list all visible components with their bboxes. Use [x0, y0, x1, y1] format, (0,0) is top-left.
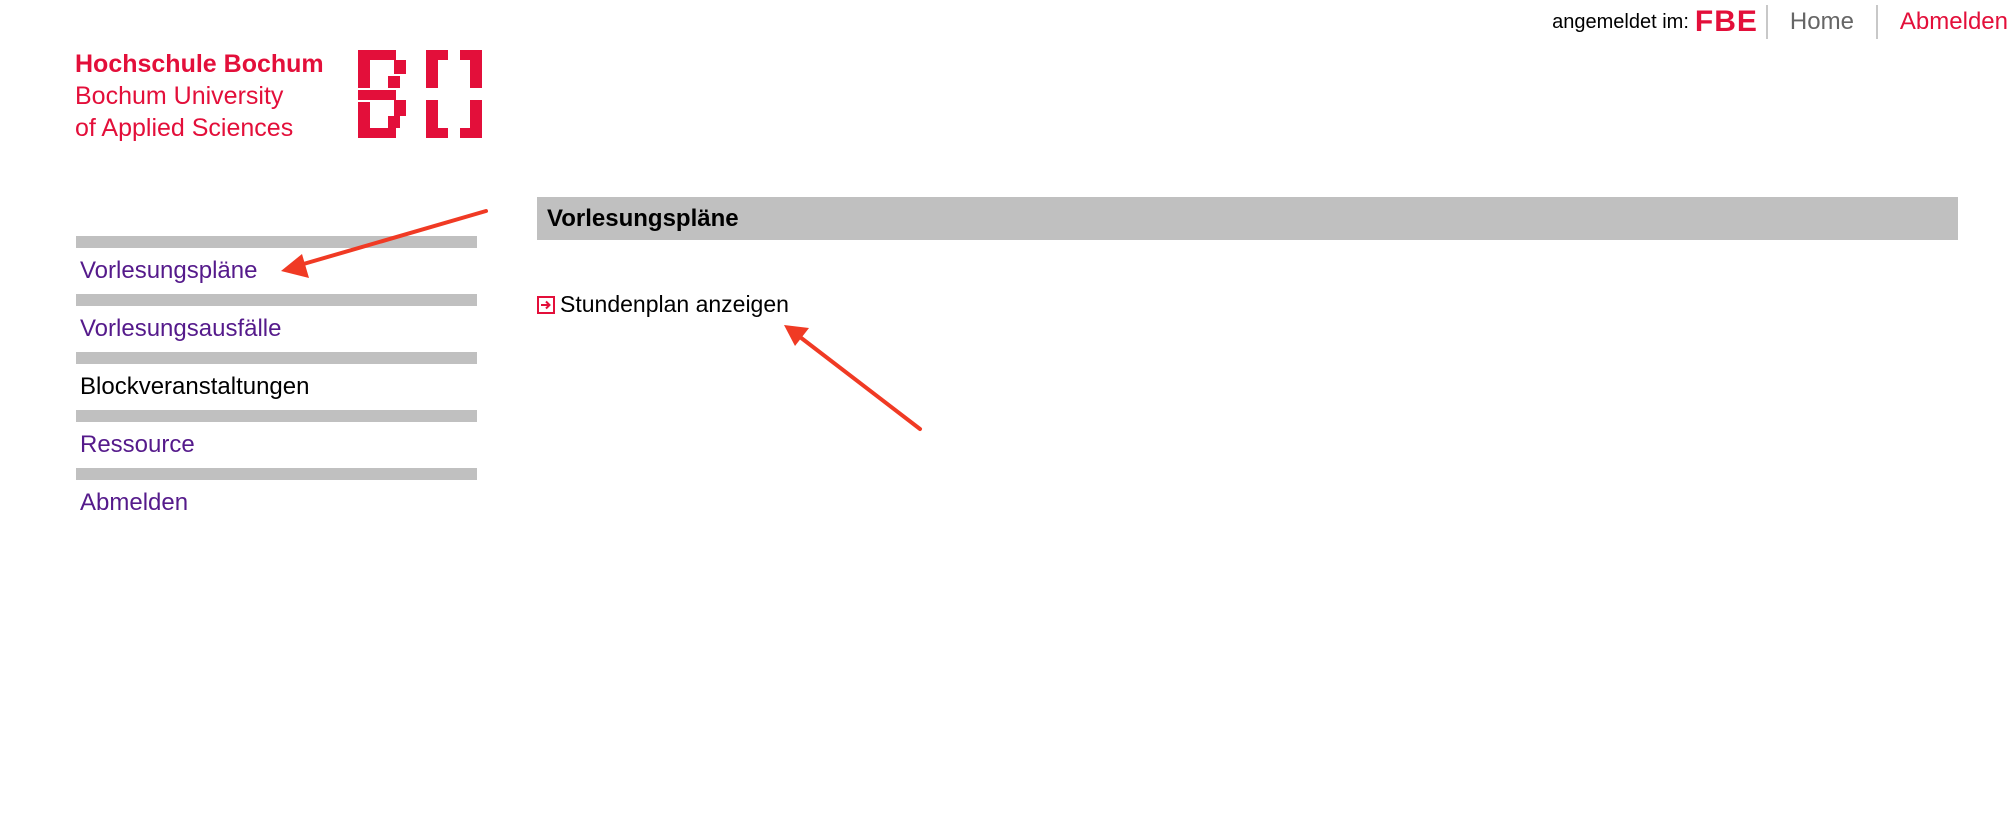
- nav-divider: [76, 468, 477, 480]
- page-title: Vorlesungspläne: [547, 205, 739, 232]
- sidebar-nav: Vorlesungspläne Vorlesungsausfälle Block…: [76, 236, 477, 526]
- login-status-label: angemeldet im:: [1552, 10, 1689, 33]
- home-link[interactable]: Home: [1768, 8, 1876, 36]
- logout-link[interactable]: Abmelden: [1878, 8, 2012, 36]
- show-timetable-link[interactable]: Stundenplan anzeigen: [537, 291, 789, 318]
- bo-logo-mark: [358, 50, 482, 138]
- nav-divider: [76, 236, 477, 248]
- section-header: Vorlesungspläne: [537, 197, 1958, 240]
- show-timetable-label: Stundenplan anzeigen: [560, 291, 789, 317]
- top-bar: angemeldet im: FBE Home Abmelden: [1552, 0, 2012, 44]
- logo-line-2: Bochum University: [75, 82, 284, 110]
- arrow-in-box-icon: [537, 295, 555, 314]
- logo-wordmark: Hochschule Bochum Bochum University of A…: [75, 48, 324, 144]
- faculty-code: FBE: [1694, 5, 1758, 38]
- page: angemeldet im: FBE Home Abmelden Hochsch…: [0, 0, 2012, 836]
- sidebar-item-blockveranstaltungen[interactable]: Blockveranstaltungen: [76, 364, 477, 410]
- annotation-arrow-action: [784, 325, 922, 431]
- nav-divider: [76, 352, 477, 364]
- logo-line-3: of Applied Sciences: [75, 114, 294, 142]
- sidebar-item-vorlesungsplaene[interactable]: Vorlesungspläne: [76, 248, 477, 294]
- sidebar-item-ressource[interactable]: Ressource: [76, 422, 477, 468]
- university-logo: Hochschule Bochum Bochum University of A…: [75, 48, 485, 143]
- nav-divider: [76, 294, 477, 306]
- logo-line-1: Hochschule Bochum: [75, 50, 324, 78]
- sidebar-item-vorlesungsausfaelle[interactable]: Vorlesungsausfälle: [76, 306, 477, 352]
- nav-divider: [76, 410, 477, 422]
- sidebar-item-abmelden[interactable]: Abmelden: [76, 480, 477, 526]
